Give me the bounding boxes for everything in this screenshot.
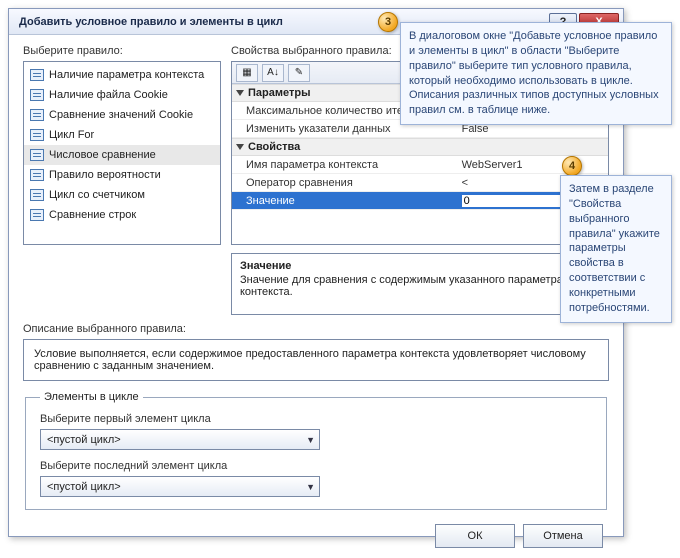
rule-item[interactable]: Наличие файла Cookie bbox=[24, 85, 220, 105]
rule-item[interactable]: Правило вероятности bbox=[24, 165, 220, 185]
grid-icon: ▦ bbox=[242, 67, 251, 78]
pg-row[interactable]: Имя параметра контекста WebServer1 bbox=[232, 156, 608, 174]
combo-value: <пустой цикл> bbox=[47, 481, 121, 493]
rule-item[interactable]: Числовое сравнение bbox=[24, 145, 220, 165]
pg-section-title: Параметры bbox=[248, 87, 310, 99]
rule-icon bbox=[30, 189, 44, 201]
combo-value: <пустой цикл> bbox=[47, 434, 121, 446]
property-help-text: Значение для сравнения с содержимым указ… bbox=[240, 274, 600, 298]
pg-section-title: Свойства bbox=[248, 141, 300, 153]
pg-prop-name: Оператор сравнения bbox=[232, 177, 458, 189]
rule-icon bbox=[30, 129, 44, 141]
property-help-title: Значение bbox=[240, 260, 600, 272]
annotation-callout-3: В диалоговом окне "Добавьте условное пра… bbox=[400, 22, 672, 125]
annotation-badge-3: 3 bbox=[378, 12, 398, 32]
chevron-down-icon: ▼ bbox=[306, 482, 315, 492]
rule-icon bbox=[30, 209, 44, 221]
pg-prop-value[interactable]: WebServer1 bbox=[458, 159, 608, 171]
rule-list-label: Выберите правило: bbox=[23, 45, 221, 57]
pg-categorized-button[interactable]: ▦ bbox=[236, 64, 258, 82]
rule-list[interactable]: Наличие параметра контекста Наличие файл… bbox=[23, 61, 221, 245]
rule-item[interactable]: Наличие параметра контекста bbox=[24, 65, 220, 85]
pg-prop-name: Значение bbox=[232, 195, 458, 207]
annotation-callout-4: Затем в разделе "Свойства выбранного пра… bbox=[560, 175, 672, 323]
ok-button[interactable]: ОК bbox=[435, 524, 515, 548]
property-help-box: Значение Значение для сравнения с содерж… bbox=[231, 253, 609, 315]
rule-item-label: Числовое сравнение bbox=[49, 149, 156, 161]
rule-icon bbox=[30, 69, 44, 81]
rule-icon bbox=[30, 169, 44, 181]
properties-icon: ✎ bbox=[295, 67, 303, 78]
collapse-icon bbox=[236, 144, 244, 150]
rule-item-label: Сравнение строк bbox=[49, 209, 136, 221]
pg-prop-name: Имя параметра контекста bbox=[232, 159, 458, 171]
rule-item[interactable]: Цикл со счетчиком bbox=[24, 185, 220, 205]
loop-elements-group: Элементы в цикле Выберите первый элемент… bbox=[25, 391, 607, 510]
rule-item-label: Наличие файла Cookie bbox=[49, 89, 168, 101]
rule-item-label: Наличие параметра контекста bbox=[49, 69, 204, 81]
first-element-combo[interactable]: <пустой цикл> ▼ bbox=[40, 429, 320, 450]
rule-description-label: Описание выбранного правила: bbox=[23, 323, 609, 335]
annotation-badge-4: 4 bbox=[562, 156, 582, 176]
rule-icon bbox=[30, 89, 44, 101]
pg-property-pages-button[interactable]: ✎ bbox=[288, 64, 310, 82]
rule-description-text: Условие выполняется, если содержимое пре… bbox=[34, 348, 598, 372]
chevron-down-icon: ▼ bbox=[306, 435, 315, 445]
rule-item-label: Цикл For bbox=[49, 129, 94, 141]
rule-item[interactable]: Сравнение значений Cookie bbox=[24, 105, 220, 125]
cancel-button[interactable]: Отмена bbox=[523, 524, 603, 548]
rule-item[interactable]: Цикл For bbox=[24, 125, 220, 145]
rule-icon bbox=[30, 109, 44, 121]
first-element-label: Выберите первый элемент цикла bbox=[40, 413, 592, 425]
rule-description-box: Условие выполняется, если содержимое пре… bbox=[23, 339, 609, 381]
dialog-button-row: ОК Отмена bbox=[23, 524, 609, 548]
rule-icon bbox=[30, 149, 44, 161]
rule-item-label: Правило вероятности bbox=[49, 169, 161, 181]
az-sort-icon: A↓ bbox=[267, 67, 279, 78]
pg-section-props[interactable]: Свойства bbox=[232, 138, 608, 156]
rule-item-label: Сравнение значений Cookie bbox=[49, 109, 193, 121]
last-element-combo[interactable]: <пустой цикл> ▼ bbox=[40, 476, 320, 497]
rule-item[interactable]: Сравнение строк bbox=[24, 205, 220, 225]
last-element-label: Выберите последний элемент цикла bbox=[40, 460, 592, 472]
pg-row[interactable]: Оператор сравнения < bbox=[232, 174, 608, 192]
pg-alphabetical-button[interactable]: A↓ bbox=[262, 64, 284, 82]
rule-item-label: Цикл со счетчиком bbox=[49, 189, 145, 201]
pg-row[interactable]: Значение bbox=[232, 192, 608, 210]
collapse-icon bbox=[236, 90, 244, 96]
dialog-title: Добавить условное правило и элементы в ц… bbox=[19, 16, 283, 28]
loop-legend: Элементы в цикле bbox=[40, 391, 143, 403]
